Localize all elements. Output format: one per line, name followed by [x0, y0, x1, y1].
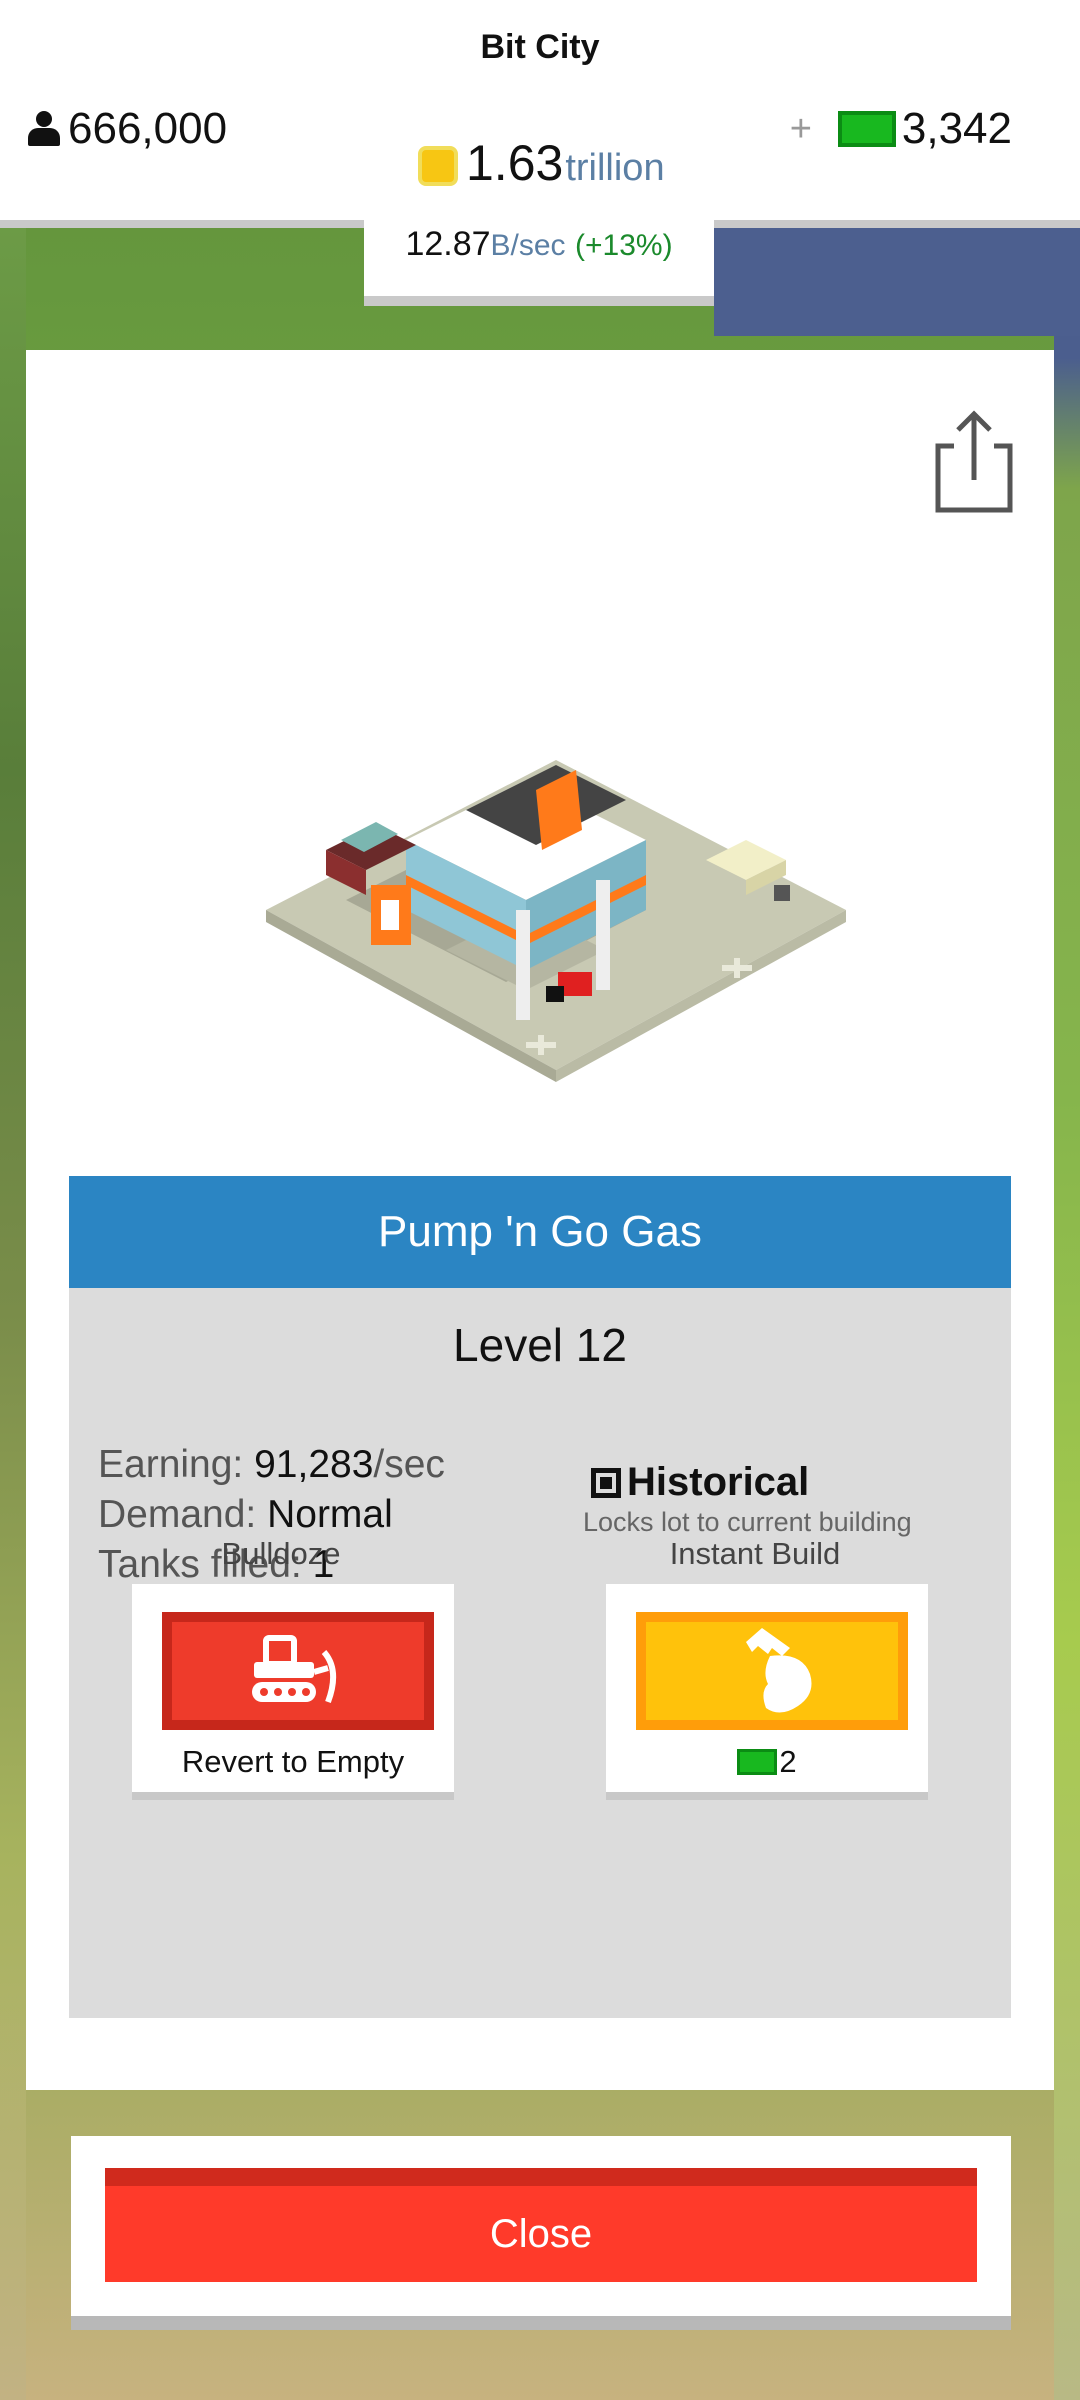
bulldoze-button[interactable]	[162, 1612, 434, 1730]
income-rate: 12.87B/sec (+13%)	[364, 218, 714, 306]
background-left	[0, 228, 26, 2400]
share-icon[interactable]	[932, 406, 1016, 514]
instant-build-button[interactable]	[636, 1612, 908, 1730]
bulldozer-icon	[252, 1635, 337, 1704]
historical-label: Historical	[627, 1460, 810, 1504]
bulldoze-card[interactable]: Revert to Empty	[132, 1584, 454, 1800]
info-panel: Level 12 Earning: 91,283/sec Demand: Nor…	[69, 1288, 1011, 2018]
bulldoze-label: Bulldoze	[221, 1536, 341, 1571]
cash-value: 3,342	[901, 104, 1012, 153]
historical-description: Locks lot to current building	[583, 1507, 912, 1537]
close-button[interactable]: Close	[105, 2168, 977, 2282]
population-counter: 666,000	[26, 104, 227, 154]
background-right	[1054, 228, 1080, 2400]
historical-toggle[interactable]: Historical Locks lot to current building	[583, 1460, 921, 1538]
coins-counter: 1.63 trillion	[418, 134, 665, 192]
stat-demand: Demand: Normal	[98, 1493, 393, 1536]
rate-change: (+13%)	[575, 229, 673, 262]
add-cash-button[interactable]: +	[790, 108, 812, 151]
close-panel: Close	[71, 2136, 1011, 2330]
person-icon	[26, 111, 62, 147]
rate-value: 12.87	[405, 225, 491, 263]
cash-icon	[737, 1749, 778, 1775]
coins-unit: trillion	[565, 147, 665, 189]
coin-icon	[418, 146, 458, 186]
population-value: 666,000	[68, 104, 228, 153]
stat-earning: Earning: 91,283/sec	[98, 1443, 445, 1486]
top-bar: Bit City 666,000 1.63 trillion + 3,342	[0, 0, 1080, 228]
historical-checkbox[interactable]	[591, 1467, 621, 1498]
coins-value: 1.63	[466, 135, 564, 191]
building-level: Level 12	[453, 1319, 627, 1371]
bulldoze-caption: Revert to Empty	[181, 1744, 405, 1779]
city-name: Bit City	[480, 28, 600, 66]
background-building	[714, 226, 1080, 336]
instant-build-card[interactable]: 2	[606, 1584, 928, 1800]
cash-counter[interactable]: + 3,342	[790, 104, 1012, 154]
cash-icon	[837, 111, 896, 147]
building-name: Pump 'n Go Gas	[69, 1176, 1011, 1288]
building-image	[266, 760, 846, 1082]
rate-unit: B/sec	[490, 229, 566, 262]
instant-build-cost-value: 2	[779, 1744, 797, 1779]
instant-build-label: Instant Build	[669, 1536, 841, 1571]
hammer-hand-icon	[746, 1628, 812, 1713]
building-card: Pump 'n Go Gas Level 12 Earning: 91,283/…	[26, 350, 1054, 2090]
instant-build-cost: 2	[606, 1744, 928, 1780]
